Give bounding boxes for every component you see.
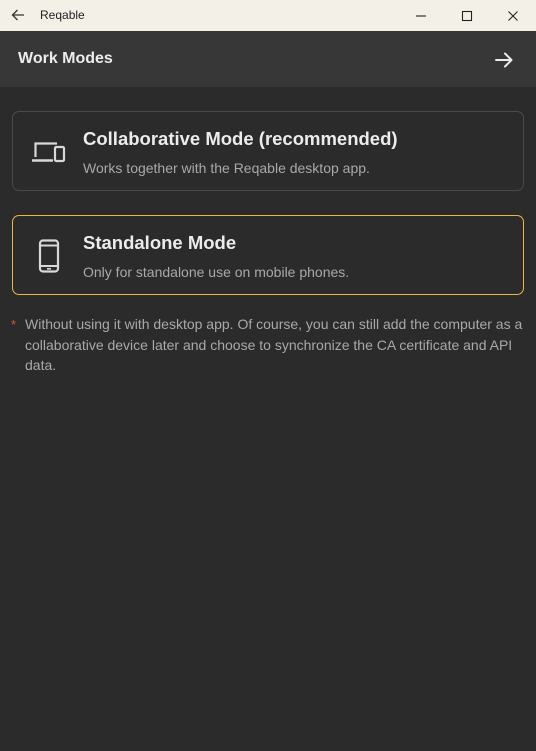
phone-icon-wrap	[31, 238, 67, 274]
mode-title: Collaborative Mode (recommended)	[83, 128, 398, 149]
minimize-button[interactable]	[398, 0, 444, 31]
app-bar: Work Modes	[0, 31, 536, 87]
devices-icon-wrap	[31, 134, 67, 170]
page-title: Work Modes	[18, 50, 113, 67]
mode-card-collaborative[interactable]: Collaborative Mode (recommended) Works t…	[12, 111, 524, 191]
close-button[interactable]	[490, 0, 536, 31]
title-bar: Reqable	[0, 0, 536, 31]
maximize-button[interactable]	[444, 0, 490, 31]
phone-icon	[38, 239, 60, 273]
arrow-right-icon	[495, 52, 513, 68]
close-icon	[508, 10, 518, 21]
maximize-icon	[461, 10, 473, 21]
arrow-left-icon	[11, 9, 24, 21]
note-text: Without using it with desktop app. Of co…	[25, 316, 523, 373]
minimize-icon	[416, 14, 426, 17]
note-marker: *	[11, 317, 17, 332]
devices-icon	[32, 142, 66, 163]
back-button[interactable]	[6, 3, 30, 27]
mode-description: Only for standalone use on mobile phones…	[83, 264, 350, 280]
window-title: Reqable	[40, 8, 85, 22]
app-window: Reqable Work Modes Collaborative Mode (r…	[0, 0, 536, 751]
next-button[interactable]	[490, 47, 518, 73]
mode-title: Standalone Mode	[83, 232, 237, 253]
mode-card-standalone[interactable]: Standalone Mode Only for standalone use …	[12, 215, 524, 295]
mode-description: Works together with the Reqable desktop …	[83, 160, 370, 176]
